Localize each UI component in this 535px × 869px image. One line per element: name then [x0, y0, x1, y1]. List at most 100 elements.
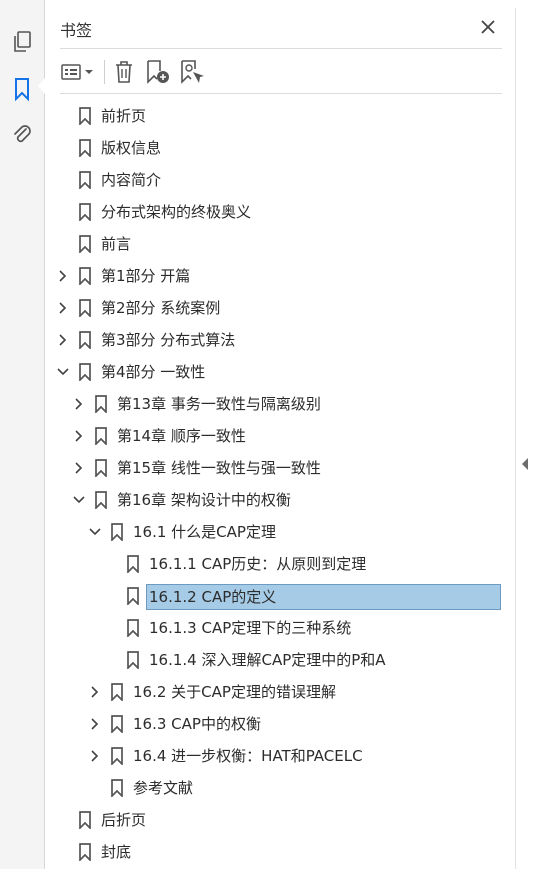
- bookmark-row[interactable]: 第13章 事务一致性与隔离级别: [45, 388, 515, 420]
- bookmark-row[interactable]: 16.1 什么是CAP定理: [45, 516, 515, 548]
- bookmark-label[interactable]: 第14章 顺序一致性: [117, 426, 246, 446]
- bookmark-label[interactable]: 16.1.3 CAP定理下的三种系统: [149, 618, 351, 638]
- chevron-right-icon[interactable]: [87, 748, 103, 764]
- bookmark-icon: [78, 811, 92, 831]
- bookmark-icon: [78, 267, 92, 287]
- bookmark-row[interactable]: 分布式架构的终极奥义: [45, 196, 515, 228]
- bookmark-label[interactable]: 第2部分 系统案例: [101, 298, 220, 318]
- bookmark-label[interactable]: 16.1.4 深入理解CAP定理中的P和A: [149, 650, 386, 670]
- paperclip-icon[interactable]: [8, 120, 36, 148]
- collapse-panel-arrow-icon[interactable]: [522, 458, 528, 470]
- divider: [60, 48, 502, 49]
- bookmark-row[interactable]: 第3部分 分布式算法: [45, 324, 515, 356]
- bookmark-label[interactable]: 分布式架构的终极奥义: [101, 202, 251, 222]
- bookmark-label[interactable]: 16.1.1 CAP历史：从原则到定理: [149, 554, 366, 574]
- bookmark-icon: [78, 235, 92, 255]
- divider: [60, 93, 502, 94]
- bookmark-row[interactable]: 16.2 关于CAP定理的错误理解: [45, 676, 515, 708]
- bookmark-icon: [94, 459, 108, 479]
- bookmark-row[interactable]: 前折页: [45, 100, 515, 132]
- bookmark-label[interactable]: 16.2 关于CAP定理的错误理解: [133, 682, 336, 702]
- bookmark-label[interactable]: 封底: [101, 842, 131, 862]
- chevron-down-icon[interactable]: [55, 364, 71, 380]
- bookmark-row[interactable]: 16.4 进一步权衡：HAT和PACELC: [45, 740, 515, 772]
- new-bookmark-from-structure-icon[interactable]: [178, 58, 206, 86]
- bookmark-icon: [94, 395, 108, 415]
- close-icon[interactable]: [478, 17, 498, 37]
- bookmark-label[interactable]: 第16章 架构设计中的权衡: [117, 490, 291, 510]
- bookmark-icon: [126, 651, 140, 671]
- bookmark-row[interactable]: 16.1.2 CAP的定义: [45, 580, 515, 612]
- bookmark-label[interactable]: 第3部分 分布式算法: [101, 330, 235, 350]
- chevron-down-icon[interactable]: [87, 524, 103, 540]
- bookmark-icon: [110, 715, 124, 735]
- bookmark-icon: [94, 491, 108, 511]
- trash-icon[interactable]: [112, 58, 136, 86]
- bookmark-label[interactable]: 16.1 什么是CAP定理: [133, 522, 276, 542]
- bookmark-row[interactable]: 版权信息: [45, 132, 515, 164]
- bookmark-icon: [78, 171, 92, 191]
- side-rail: [0, 0, 45, 869]
- rail-active-pointer: [38, 78, 45, 94]
- bookmark-row[interactable]: 第14章 顺序一致性: [45, 420, 515, 452]
- bookmark-label[interactable]: 第15章 线性一致性与强一致性: [117, 458, 321, 478]
- bookmark-icon: [110, 683, 124, 703]
- chevron-right-icon[interactable]: [55, 300, 71, 316]
- bookmark-label[interactable]: 16.1.2 CAP的定义: [146, 584, 501, 610]
- bookmark-label[interactable]: 前言: [101, 234, 131, 254]
- bookmark-row[interactable]: 内容简介: [45, 164, 515, 196]
- bookmark-icon: [78, 203, 92, 223]
- new-bookmark-icon[interactable]: [144, 58, 172, 86]
- bookmark-icon: [78, 331, 92, 351]
- bookmark-row[interactable]: 第15章 线性一致性与强一致性: [45, 452, 515, 484]
- bookmark-row[interactable]: 前言: [45, 228, 515, 260]
- bookmark-icon: [78, 363, 92, 383]
- bookmark-row[interactable]: 16.1.3 CAP定理下的三种系统: [45, 612, 515, 644]
- bookmark-label[interactable]: 后折页: [101, 810, 146, 830]
- bookmarks-toolbar: [60, 58, 502, 86]
- bookmark-icon: [126, 587, 140, 607]
- chevron-right-icon[interactable]: [87, 716, 103, 732]
- chevron-down-icon[interactable]: [71, 492, 87, 508]
- chevron-right-icon[interactable]: [71, 396, 87, 412]
- bookmark-label[interactable]: 16.4 进一步权衡：HAT和PACELC: [133, 746, 363, 766]
- panel-title: 书签: [60, 21, 93, 40]
- bookmark-icon: [78, 107, 92, 127]
- bookmark-label[interactable]: 前折页: [101, 106, 146, 126]
- bookmark-row[interactable]: 第4部分 一致性: [45, 356, 515, 388]
- bookmark-row[interactable]: 第16章 架构设计中的权衡: [45, 484, 515, 516]
- bookmark-row[interactable]: 16.3 CAP中的权衡: [45, 708, 515, 740]
- bookmark-icon[interactable]: [8, 75, 36, 103]
- chevron-right-icon[interactable]: [87, 684, 103, 700]
- bookmark-icon: [94, 427, 108, 447]
- bookmark-label[interactable]: 第13章 事务一致性与隔离级别: [117, 394, 321, 414]
- bookmark-icon: [78, 843, 92, 863]
- bookmark-icon: [110, 747, 124, 767]
- bookmark-label[interactable]: 版权信息: [101, 138, 161, 158]
- bookmark-icon: [126, 555, 140, 575]
- options-menu-icon[interactable]: [60, 58, 96, 86]
- bookmark-label[interactable]: 第1部分 开篇: [101, 266, 190, 286]
- bookmark-row[interactable]: 16.1.4 深入理解CAP定理中的P和A: [45, 644, 515, 676]
- bookmark-icon: [126, 619, 140, 639]
- panel-splitter[interactable]: [515, 8, 535, 869]
- bookmark-row[interactable]: 后折页: [45, 804, 515, 836]
- bookmark-row[interactable]: 封底: [45, 836, 515, 868]
- chevron-right-icon[interactable]: [71, 460, 87, 476]
- bookmark-icon: [110, 779, 124, 799]
- chevron-right-icon[interactable]: [71, 428, 87, 444]
- bookmark-label[interactable]: 第4部分 一致性: [101, 362, 205, 382]
- chevron-right-icon[interactable]: [55, 332, 71, 348]
- bookmark-row[interactable]: 第1部分 开篇: [45, 260, 515, 292]
- bookmark-label[interactable]: 内容简介: [101, 170, 161, 190]
- chevron-right-icon[interactable]: [55, 268, 71, 284]
- bookmark-icon: [78, 299, 92, 319]
- bookmark-row[interactable]: 参考文献: [45, 772, 515, 804]
- bookmark-row[interactable]: 第2部分 系统案例: [45, 292, 515, 324]
- bookmark-icon: [78, 139, 92, 159]
- bookmark-label[interactable]: 参考文献: [133, 778, 193, 798]
- bookmark-row[interactable]: 16.1.1 CAP历史：从原则到定理: [45, 548, 515, 580]
- bookmark-label[interactable]: 16.3 CAP中的权衡: [133, 714, 261, 734]
- pages-icon[interactable]: [8, 28, 36, 56]
- bookmark-icon: [110, 523, 124, 543]
